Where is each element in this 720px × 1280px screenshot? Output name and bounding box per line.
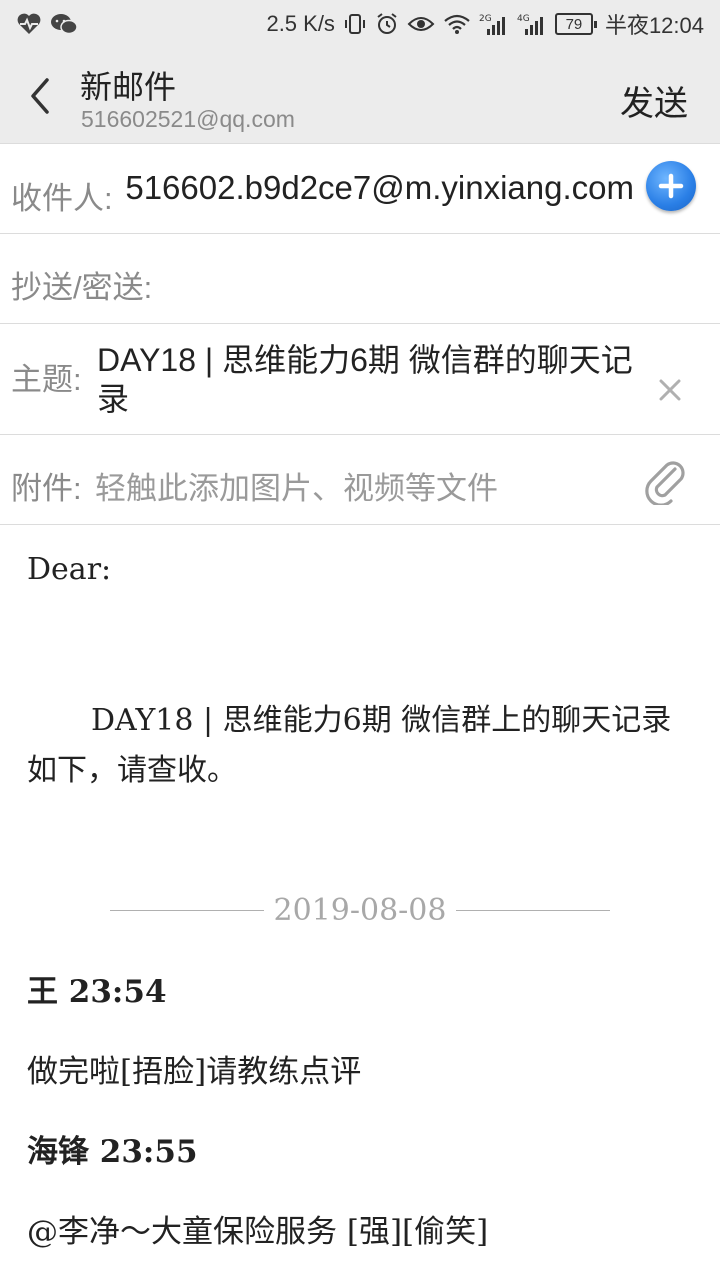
attachment-hint[interactable]: 轻触此添加图片、视频等文件 — [95, 463, 498, 508]
svg-text:2G: 2G — [479, 14, 492, 24]
status-bar: 2.5 K/s 2G 4G 79 半夜12:04 — [0, 0, 720, 48]
wifi-icon — [443, 10, 471, 38]
message-sender: 海锋 23:55 — [27, 1134, 198, 1170]
message-text: 做完啦[捂脸]请教练点评 — [27, 1054, 362, 1090]
paperclip-icon — [645, 461, 685, 505]
cc-bcc-label: 抄送/密送: — [11, 270, 153, 305]
subject-row: 主题: DAY18 | 思维能力6期 微信群的聊天记录 — [0, 324, 720, 435]
back-button[interactable] — [18, 70, 62, 122]
heart-rate-icon — [16, 10, 42, 38]
status-right: 2.5 K/s 2G 4G 79 半夜12:04 — [266, 8, 704, 40]
clock: 半夜12:04 — [604, 13, 704, 38]
send-button[interactable]: 发送 — [620, 76, 688, 125]
cc-bcc-row: 抄送/密送: — [0, 234, 720, 324]
battery-icon: 79 — [554, 13, 597, 35]
vibrate-icon — [343, 10, 367, 38]
mail-body-editor[interactable]: Dear: DAY18 | 思维能力6期 微信群上的聊天记录如下，请查收。 20… — [0, 526, 720, 1280]
subject-input[interactable]: DAY18 | 思维能力6期 微信群的聊天记录 — [97, 341, 637, 419]
attachment-row: 附件: 轻触此添加图片、视频等文件 — [0, 435, 720, 525]
plus-icon — [658, 173, 684, 199]
status-left — [16, 10, 78, 38]
wechat-icon — [50, 10, 78, 38]
greeting-text: Dear: — [27, 552, 112, 587]
compose-header: 新邮件 516602521@qq.com 发送 — [0, 48, 720, 144]
signal-2g-icon: 2G — [479, 10, 509, 38]
add-recipient-button[interactable] — [646, 161, 696, 211]
net-speed: 2.5 K/s — [266, 11, 335, 36]
alarm-icon — [375, 10, 399, 38]
intro-text: DAY18 | 思维能力6期 微信群上的聊天记录如下，请查收。 — [27, 703, 672, 788]
recipient-input[interactable]: 516602.b9d2ce7@m.yinxiang.com — [122, 167, 634, 211]
recipient-row: 收件人: 516602.b9d2ce7@m.yinxiang.com — [0, 145, 720, 234]
back-arrow-icon — [31, 78, 49, 114]
divider-line — [110, 909, 264, 911]
eye-icon — [407, 10, 435, 38]
cc-bcc-input[interactable] — [175, 252, 695, 306]
message-text: @李净～大童保险服务 [强][偷笑] — [27, 1214, 489, 1250]
date-label: 2019-08-08 — [273, 892, 447, 928]
clear-subject-button[interactable] — [652, 372, 688, 408]
recipient-label: 收件人: — [11, 181, 113, 216]
svg-text:4G: 4G — [517, 14, 530, 24]
page-title: 新邮件 — [80, 69, 177, 105]
subject-label: 主题: — [11, 362, 82, 397]
attach-button[interactable] — [640, 454, 694, 508]
attachment-label: 附件: — [11, 471, 82, 506]
sender-account: 516602521@qq.com — [81, 106, 295, 132]
signal-4g-icon: 4G — [517, 10, 547, 38]
divider-line — [456, 909, 610, 911]
close-icon — [659, 379, 681, 401]
message-sender: 王 23:54 — [27, 974, 167, 1010]
recipient-value: 516602.b9d2ce7@m.yinxiang.com — [125, 169, 634, 206]
date-divider: 2019-08-08 — [110, 888, 610, 932]
